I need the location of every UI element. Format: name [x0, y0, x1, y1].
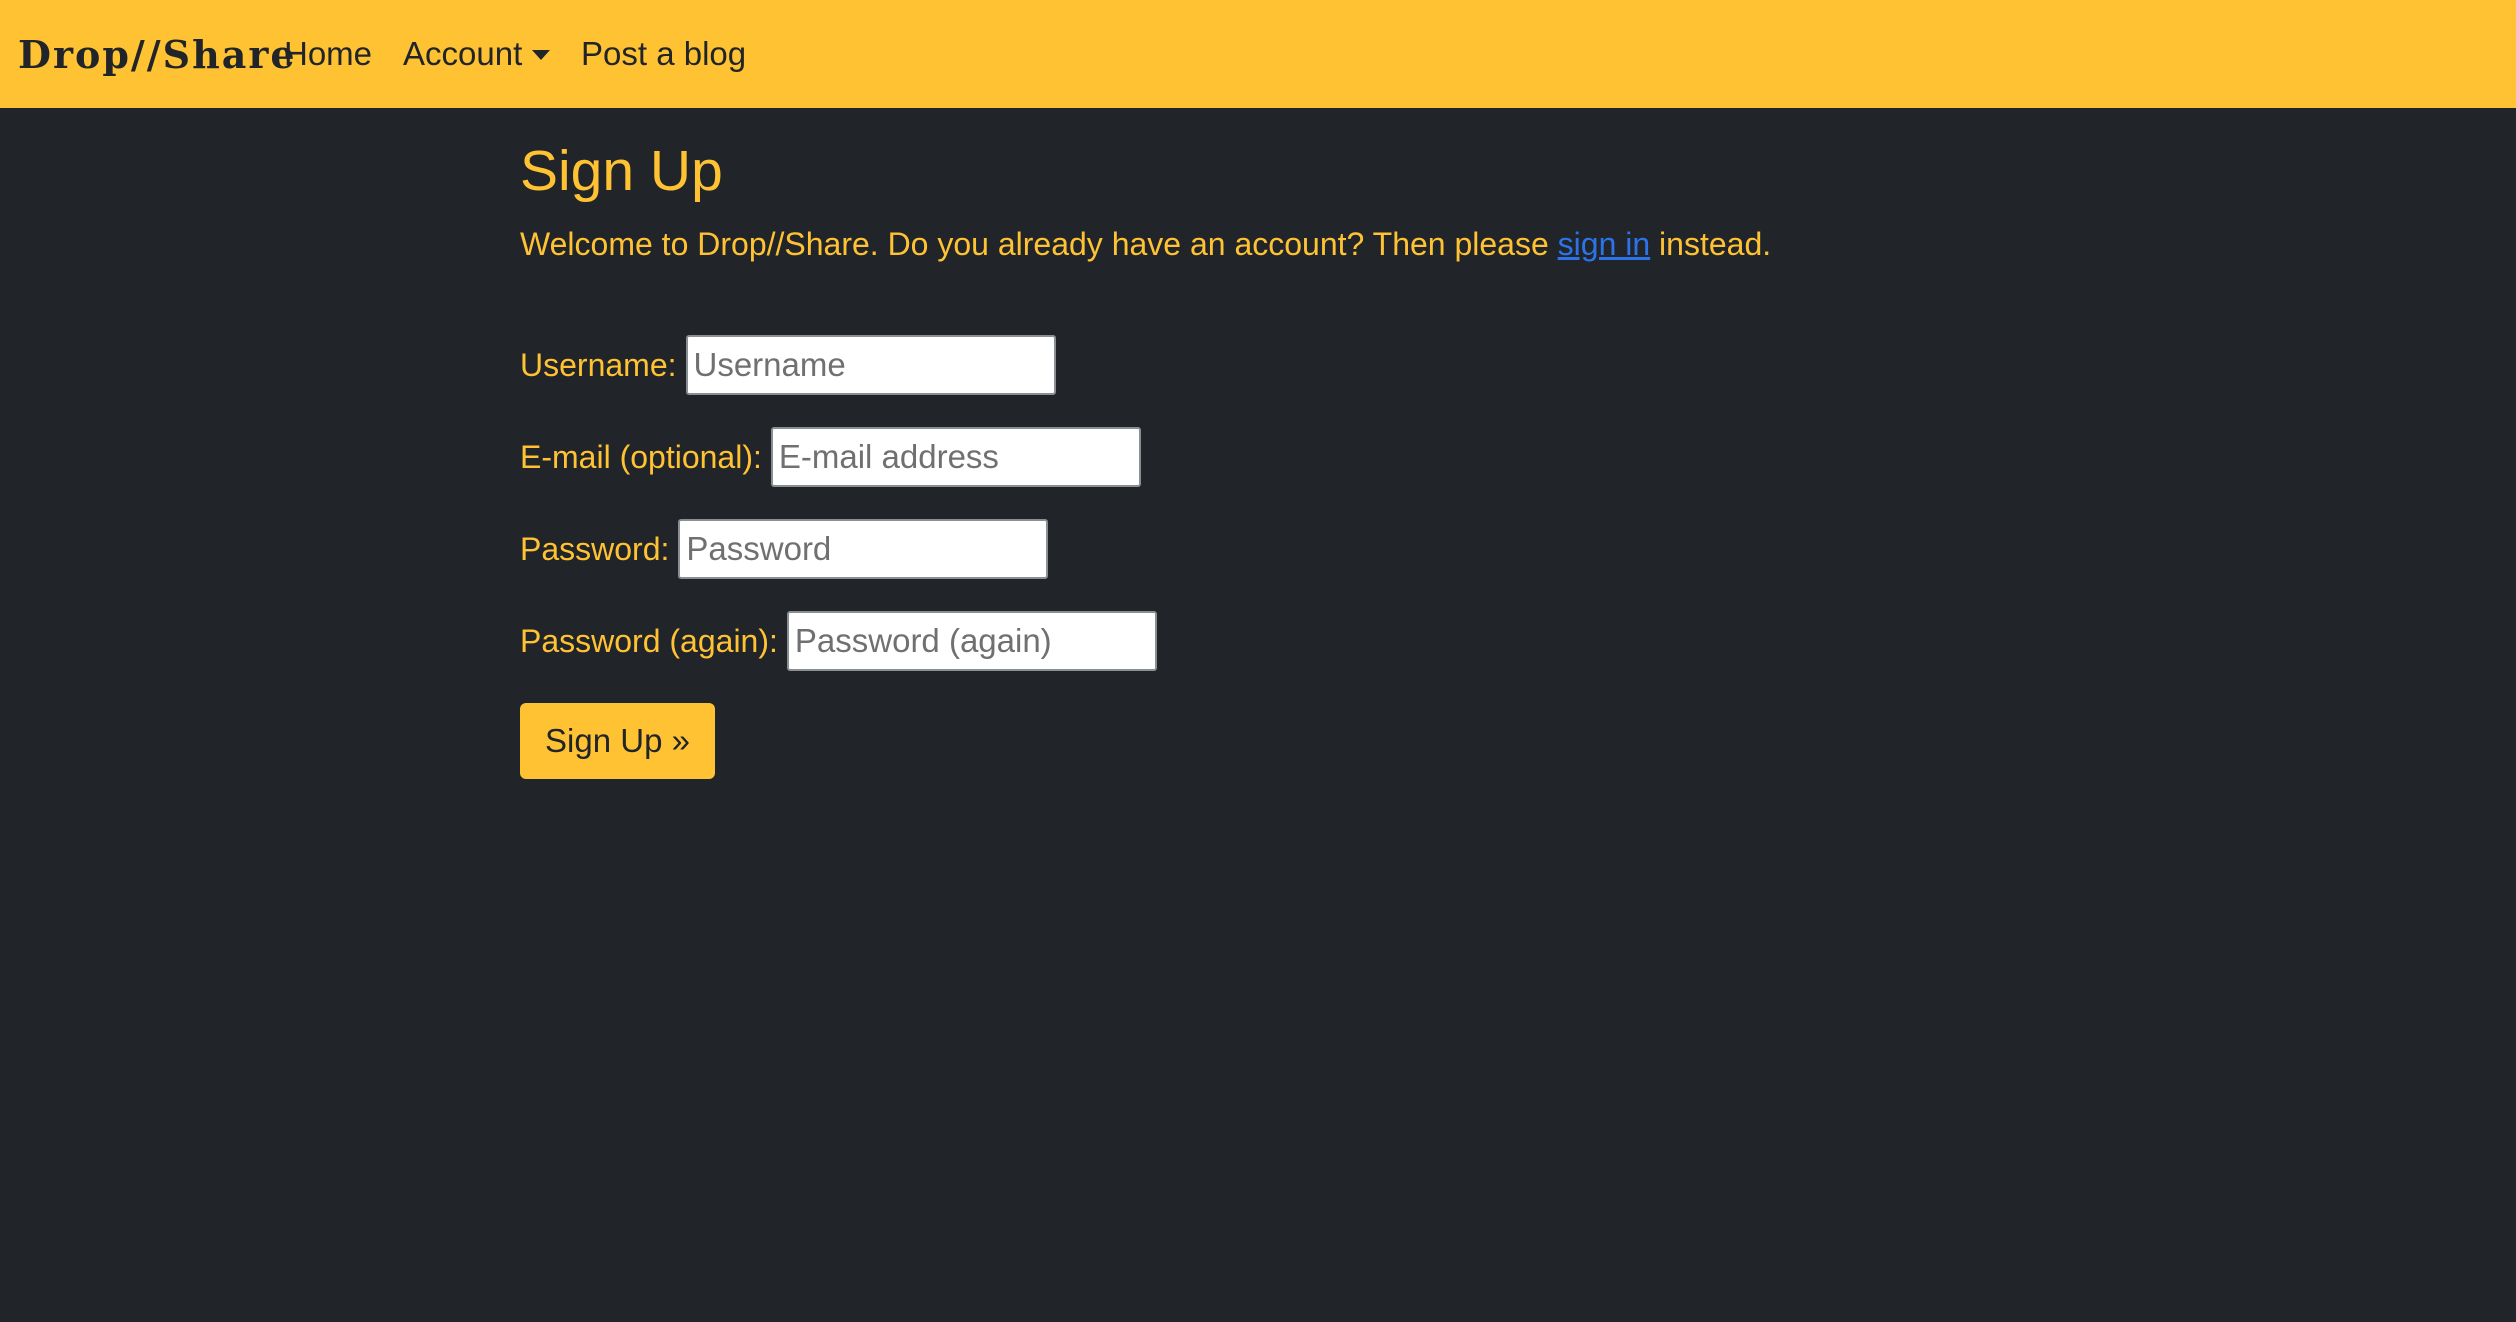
email-input[interactable] [770, 427, 1141, 487]
password-label: Password: [520, 530, 670, 567]
nav-home-link[interactable]: Home [284, 26, 372, 82]
nav-post-blog-link[interactable]: Post a blog [581, 26, 746, 82]
email-row: E-mail (optional): [520, 427, 1141, 487]
chevron-down-icon [532, 50, 551, 60]
top-navbar: Drop//Share Home Account Post a blog [0, 0, 2516, 108]
password-again-input[interactable] [786, 611, 1157, 671]
intro-text: Welcome to Drop//Share. Do you already h… [520, 226, 1771, 263]
nav-account-label: Account [403, 35, 523, 72]
username-label: Username: [520, 346, 677, 383]
password-row: Password: [520, 519, 1049, 579]
email-label: E-mail (optional): [520, 438, 762, 475]
password-input[interactable] [678, 519, 1049, 579]
password-again-label: Password (again): [520, 622, 778, 659]
sign-up-button[interactable]: Sign Up » [520, 703, 715, 779]
page-title: Sign Up [520, 139, 723, 203]
username-input[interactable] [685, 335, 1056, 395]
brand-logo[interactable]: Drop//Share [18, 26, 297, 82]
sign-in-link[interactable]: sign in [1558, 226, 1651, 262]
intro-text-after: instead. [1650, 226, 1772, 262]
username-row: Username: [520, 335, 1056, 395]
intro-text-before: Welcome to Drop//Share. Do you already h… [520, 226, 1558, 262]
password-again-row: Password (again): [520, 611, 1157, 671]
nav-account-dropdown[interactable]: Account [403, 26, 551, 82]
